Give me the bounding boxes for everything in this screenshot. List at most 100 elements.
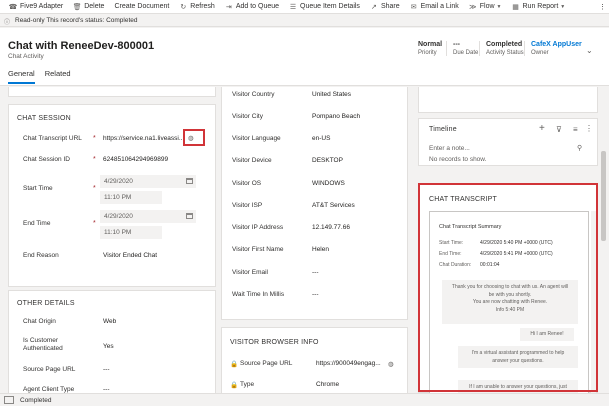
expand-header-icon[interactable]: ⌄ bbox=[586, 46, 593, 55]
chevron-down-icon: ▼ bbox=[496, 3, 502, 10]
run-report-button[interactable]: ▦ Run Report ▼ bbox=[507, 0, 571, 14]
visitor-os-value: WINDOWS bbox=[312, 180, 345, 187]
visitor-language-label: Visitor Language bbox=[232, 135, 281, 142]
chat-origin-value: Web bbox=[103, 318, 117, 325]
priority-field: Normal Priority bbox=[418, 41, 443, 56]
refresh-icon: ↻ bbox=[180, 3, 187, 11]
source-page-url-value: --- bbox=[103, 366, 110, 373]
source-page-url-label: Source Page URL bbox=[240, 360, 293, 367]
calendar-icon bbox=[186, 178, 193, 184]
trash-icon: 🗑 bbox=[72, 3, 82, 11]
status-bar: Completed bbox=[0, 393, 609, 406]
section-title-other-details: OTHER DETAILS bbox=[17, 300, 75, 307]
flow-button[interactable]: ≫ Flow ▼ bbox=[464, 0, 507, 14]
tab-general[interactable]: General bbox=[8, 69, 35, 84]
lock-icon: 🔒 bbox=[230, 361, 239, 368]
form-body: CHAT SESSION Chat Transcript URL * https… bbox=[0, 87, 609, 393]
calendar-icon bbox=[186, 213, 193, 219]
required-marker: * bbox=[93, 220, 96, 227]
form-tabs: General Related bbox=[8, 69, 81, 84]
end-time-field[interactable]: 11:10 PM bbox=[100, 226, 162, 239]
transcript-highlight-box bbox=[418, 183, 598, 392]
list-icon[interactable]: ≡ bbox=[573, 125, 578, 134]
delete-button[interactable]: 🗑 Delete bbox=[68, 0, 109, 14]
wait-time-label: Wait Time In Millis bbox=[232, 291, 285, 298]
visitor-first-name-label: Visitor First Name bbox=[232, 246, 284, 253]
info-icon: ⓘ bbox=[4, 19, 11, 26]
page-title: Chat with ReneeDev-800001 bbox=[8, 40, 155, 52]
visitor-city-value: Pompano Beach bbox=[312, 113, 361, 120]
section-title-chat-session: CHAT SESSION bbox=[17, 115, 71, 122]
share-icon: ↗ bbox=[371, 3, 377, 11]
chat-session-card: CHAT SESSION Chat Transcript URL * https… bbox=[8, 104, 216, 287]
visitor-device-value: DESKTOP bbox=[312, 157, 343, 164]
visitor-country-value: United States bbox=[312, 91, 352, 98]
tab-related[interactable]: Related bbox=[45, 69, 71, 84]
chat-origin-label: Chat Origin bbox=[23, 318, 56, 325]
visitor-city-label: Visitor City bbox=[232, 113, 263, 120]
record-header: Chat with ReneeDev-800001 Chat Activity … bbox=[0, 28, 609, 86]
visitor-ip-label: Visitor IP Address bbox=[232, 224, 284, 231]
start-time-field[interactable]: 11:10 PM bbox=[100, 191, 162, 204]
end-time-label: End Time bbox=[23, 220, 51, 227]
session-id-value: 624851064294969899 bbox=[103, 156, 169, 163]
customer-authenticated-label: Is Customer Authenticated bbox=[23, 337, 63, 352]
type-label: Type bbox=[240, 381, 255, 388]
five9-adapter-button[interactable]: ☎ Five9 Adapter bbox=[4, 0, 68, 14]
flow-icon: ≫ bbox=[469, 3, 477, 11]
type-value: Chrome bbox=[316, 381, 340, 388]
end-reason-value: Visitor Ended Chat bbox=[103, 252, 158, 259]
attachment-icon[interactable]: ⚲ bbox=[577, 144, 582, 152]
lock-icon: 🔒 bbox=[230, 382, 239, 389]
more-icon[interactable]: ⋮ bbox=[585, 124, 593, 133]
create-document-button[interactable]: Create Document bbox=[109, 0, 174, 14]
source-page-url-link[interactable]: https://900049engag... bbox=[316, 360, 382, 367]
right-top-card bbox=[418, 87, 598, 113]
email-link-button[interactable]: ✉ Email a Link bbox=[405, 0, 464, 14]
activity-status-field: Completed Activity Status bbox=[479, 41, 524, 56]
required-marker: * bbox=[93, 185, 96, 192]
owner-field[interactable]: CafeX AppUser Owner bbox=[524, 41, 582, 56]
read-only-notice: ⓘ Read-only This record's status: Comple… bbox=[0, 15, 609, 27]
start-date-field[interactable]: 4/29/2020 bbox=[100, 175, 196, 188]
previous-section-card bbox=[8, 87, 216, 97]
other-details-card: OTHER DETAILS Chat Origin Web Is Customer… bbox=[8, 290, 216, 393]
visitor-country-label: Visitor Country bbox=[232, 91, 275, 98]
filter-icon[interactable]: ⊽ bbox=[556, 125, 562, 134]
source-page-url-label: Source Page URL bbox=[23, 366, 76, 373]
transcript-url-label: Chat Transcript URL bbox=[23, 135, 82, 142]
wait-time-value: --- bbox=[312, 291, 319, 298]
add-icon[interactable]: + bbox=[539, 123, 545, 134]
visitor-device-label: Visitor Device bbox=[232, 157, 272, 164]
required-marker: * bbox=[93, 135, 96, 142]
transcript-url-value[interactable]: https://service.na1.liveassi... bbox=[103, 135, 183, 142]
queue-item-details-button[interactable]: ☰ Queue Item Details bbox=[284, 0, 365, 14]
scrollbar-thumb[interactable] bbox=[601, 151, 606, 241]
chevron-down-icon: ▼ bbox=[560, 3, 566, 10]
more-commands-button[interactable]: ⋮ bbox=[594, 0, 609, 14]
visitor-isp-value: AT&T Services bbox=[312, 202, 355, 209]
required-marker: * bbox=[93, 156, 96, 163]
visitor-isp-label: Visitor ISP bbox=[232, 202, 263, 209]
add-to-queue-button[interactable]: ⇥ Add to Queue bbox=[220, 0, 284, 14]
due-date-field: --- Due Date bbox=[446, 41, 478, 56]
section-title-browser: VISITOR BROWSER INFO bbox=[230, 339, 319, 346]
command-bar: ☎ Five9 Adapter 🗑 Delete Create Document ↻… bbox=[0, 0, 609, 14]
visitor-email-label: Visitor Email bbox=[232, 269, 269, 276]
status-icon bbox=[4, 396, 14, 404]
visitor-email-value: --- bbox=[312, 269, 319, 276]
note-input[interactable]: Enter a note... bbox=[429, 145, 470, 152]
visitor-os-label: Visitor OS bbox=[232, 180, 262, 187]
visitor-info-card: Visitor Country United States Visitor Cit… bbox=[221, 87, 408, 320]
phone-icon: ☎ bbox=[8, 3, 18, 11]
record-type: Chat Activity bbox=[8, 53, 44, 60]
start-time-label: Start Time bbox=[23, 185, 53, 192]
report-icon: ▦ bbox=[512, 3, 519, 11]
page-scrollbar[interactable] bbox=[600, 87, 607, 393]
end-date-field[interactable]: 4/29/2020 bbox=[100, 210, 196, 223]
globe-icon[interactable]: ◍ bbox=[388, 360, 394, 368]
queue-add-icon: ⇥ bbox=[225, 3, 232, 11]
share-button[interactable]: ↗ Share bbox=[365, 0, 405, 14]
end-reason-label: End Reason bbox=[23, 252, 59, 259]
refresh-button[interactable]: ↻ Refresh bbox=[174, 0, 220, 14]
